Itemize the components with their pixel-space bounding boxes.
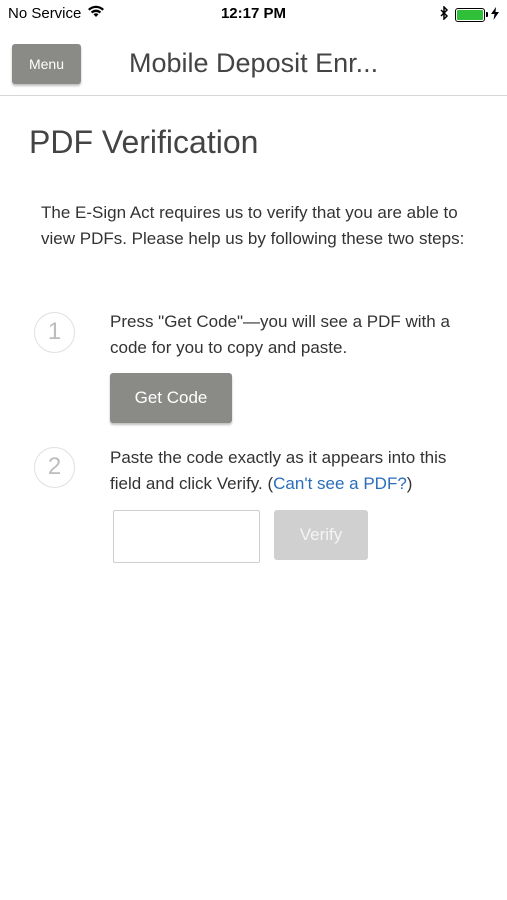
step-2-text: Paste the code exactly as it appears int… (110, 445, 480, 497)
status-right (440, 5, 499, 24)
intro-text: The E-Sign Act requires us to verify tha… (41, 203, 465, 248)
step-number-2: 2 (34, 447, 75, 488)
cant-see-pdf-link[interactable]: Can't see a PDF? (273, 474, 407, 493)
bluetooth-icon (440, 5, 449, 24)
navbar: Menu Mobile Deposit Enr... (0, 34, 507, 96)
page-title: PDF Verification (29, 124, 259, 160)
code-input[interactable] (113, 510, 260, 563)
battery-icon (455, 8, 488, 22)
status-bar: No Service 12:17 PM (0, 0, 507, 28)
verify-button[interactable]: Verify (274, 510, 368, 560)
step-number-1: 1 (34, 312, 75, 353)
get-code-button[interactable]: Get Code (110, 373, 232, 423)
menu-button[interactable]: Menu (12, 44, 81, 84)
step-2-text-after: ) (406, 474, 413, 493)
status-time: 12:17 PM (220, 5, 287, 22)
nav-title: Mobile Deposit Enr... (129, 48, 379, 78)
charging-icon (491, 6, 499, 24)
step-1-text: Press "Get Code"—you will see a PDF with… (110, 312, 450, 357)
